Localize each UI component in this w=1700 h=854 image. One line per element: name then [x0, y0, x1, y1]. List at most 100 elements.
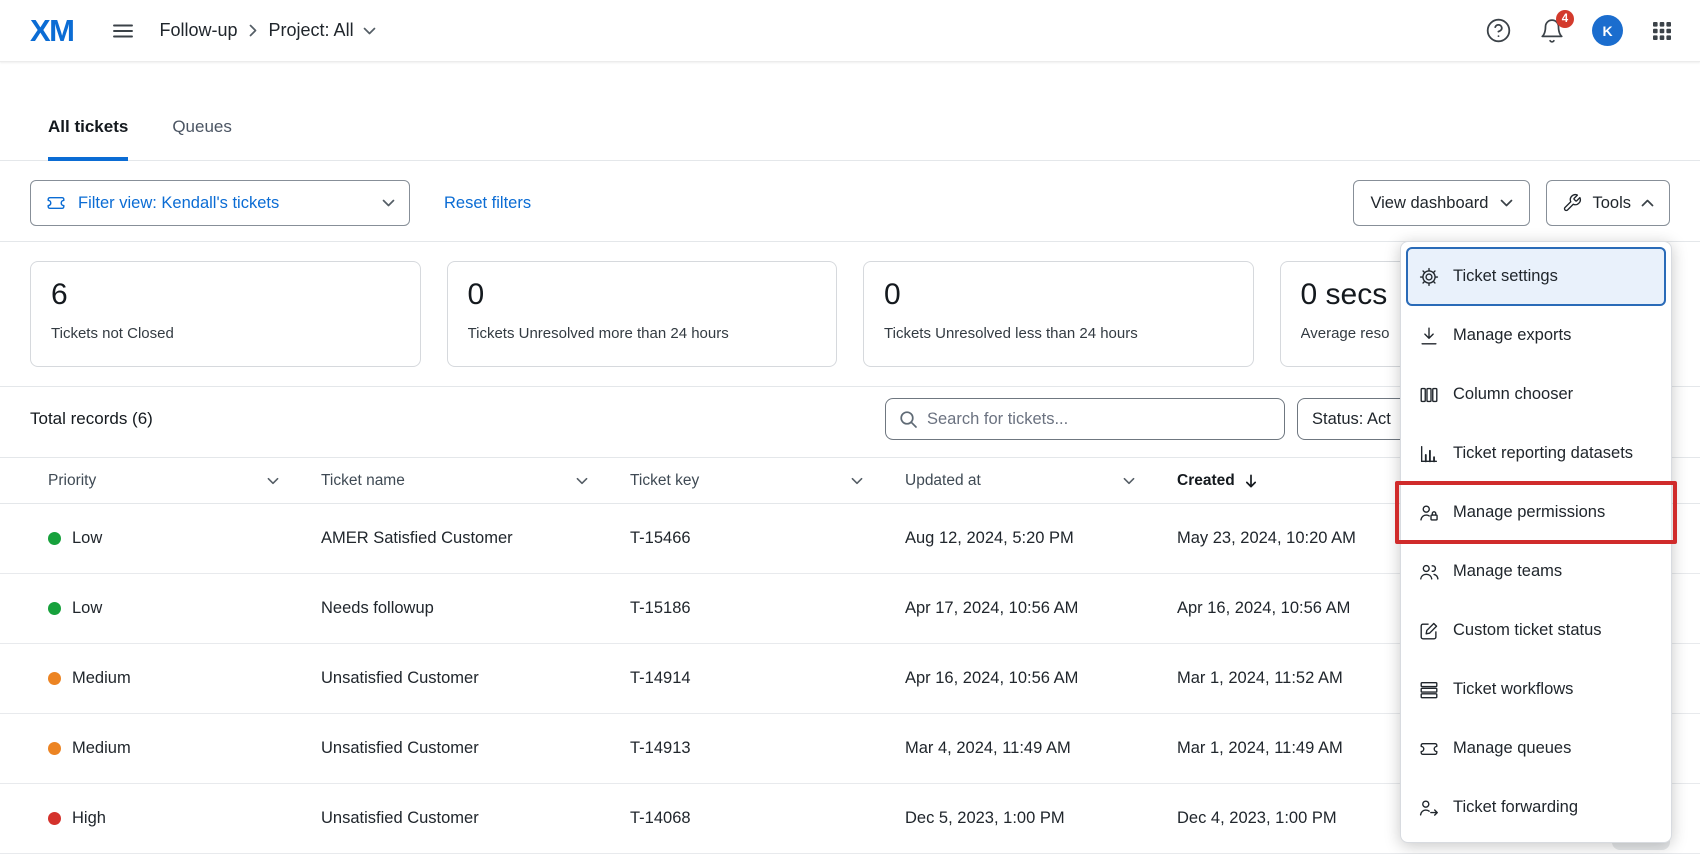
search-icon: [898, 409, 918, 429]
menu-item-custom-ticket-status[interactable]: Custom ticket status: [1406, 601, 1666, 660]
chevron-down-icon: [1123, 477, 1135, 485]
column-header-priority[interactable]: Priority: [48, 472, 321, 490]
stat-value: 0: [468, 278, 817, 312]
priority-label: Medium: [72, 739, 131, 758]
column-label: Updated at: [905, 472, 981, 490]
notification-badge: 4: [1556, 10, 1574, 28]
stat-label: Tickets Unresolved more than 24 hours: [468, 325, 817, 342]
columns-icon: [1418, 384, 1440, 406]
priority-dot: [48, 602, 61, 615]
menu-item-label: Custom ticket status: [1453, 621, 1602, 640]
view-dashboard-label: View dashboard: [1370, 194, 1488, 213]
chevron-down-icon: [851, 477, 863, 485]
xm-logo[interactable]: XM: [30, 13, 74, 49]
priority-label: High: [72, 809, 106, 828]
edit-icon: [1418, 620, 1440, 642]
chevron-down-icon: [382, 199, 395, 207]
priority-cell: Low: [48, 599, 321, 618]
priority-dot: [48, 672, 61, 685]
hamburger-icon: [110, 19, 136, 43]
topbar-actions: 4 K: [1485, 15, 1674, 46]
updated-at-cell: Dec 5, 2023, 1:00 PM: [905, 809, 1177, 828]
priority-cell: Medium: [48, 669, 321, 688]
filter-toolbar: Filter view: Kendall's tickets Reset fil…: [0, 161, 1700, 242]
help-button[interactable]: [1485, 17, 1512, 44]
breadcrumb-section[interactable]: Follow-up: [160, 20, 238, 41]
stat-card-unresolved-more-24h: 0 Tickets Unresolved more than 24 hours: [447, 261, 838, 367]
column-label: Ticket key: [630, 472, 699, 490]
chevron-down-icon: [267, 477, 279, 485]
question-circle-icon: [1485, 17, 1512, 44]
chevron-up-icon: [1641, 199, 1654, 207]
apps-grid-button[interactable]: [1650, 19, 1674, 43]
menu-item-label: Column chooser: [1453, 385, 1573, 404]
project-selector[interactable]: Project: All: [269, 20, 376, 41]
reset-filters-link[interactable]: Reset filters: [444, 194, 531, 213]
search-box[interactable]: [885, 398, 1285, 440]
avatar[interactable]: K: [1592, 15, 1623, 46]
top-bar: XM Follow-up Project: All 4 K: [0, 0, 1700, 62]
wrench-icon: [1562, 193, 1582, 213]
menu-item-manage-teams[interactable]: Manage teams: [1406, 542, 1666, 601]
stat-label: Tickets not Closed: [51, 325, 400, 342]
sort-descending-icon: [1244, 473, 1258, 489]
menu-item-ticket-forwarding[interactable]: Ticket forwarding: [1406, 778, 1666, 837]
ticket-name-cell: Needs followup: [321, 599, 630, 618]
menu-item-ticket-reporting-datasets[interactable]: Ticket reporting datasets: [1406, 424, 1666, 483]
view-dashboard-button[interactable]: View dashboard: [1353, 180, 1530, 226]
ticket-name-cell: Unsatisfied Customer: [321, 669, 630, 688]
menu-item-label: Manage teams: [1453, 562, 1562, 581]
priority-dot: [48, 532, 61, 545]
stat-card-unresolved-less-24h: 0 Tickets Unresolved less than 24 hours: [863, 261, 1254, 367]
people-icon: [1418, 561, 1440, 583]
ticket-name-cell: AMER Satisfied Customer: [321, 529, 630, 548]
menu-item-manage-permissions[interactable]: Manage permissions: [1406, 483, 1666, 542]
person-arrow-icon: [1418, 797, 1440, 819]
column-header-ticket-name[interactable]: Ticket name: [321, 472, 630, 490]
filter-view-dropdown[interactable]: Filter view: Kendall's tickets: [30, 180, 410, 226]
menu-item-label: Manage permissions: [1453, 503, 1605, 522]
notifications-button[interactable]: 4: [1539, 18, 1565, 44]
updated-at-cell: Aug 12, 2024, 5:20 PM: [905, 529, 1177, 548]
menu-item-ticket-settings[interactable]: Ticket settings: [1406, 247, 1666, 306]
menu-item-column-chooser[interactable]: Column chooser: [1406, 365, 1666, 424]
ticket-icon: [1418, 738, 1440, 760]
layers-icon: [1418, 679, 1440, 701]
tools-button[interactable]: Tools: [1546, 180, 1670, 226]
ticket-icon: [45, 192, 67, 214]
filter-view-label: Filter view: Kendall's tickets: [78, 194, 279, 213]
column-header-ticket-key[interactable]: Ticket key: [630, 472, 905, 490]
menu-item-manage-queues[interactable]: Manage queues: [1406, 719, 1666, 778]
ticket-key-cell: T-15466: [630, 529, 905, 548]
tab-queues[interactable]: Queues: [172, 117, 232, 160]
project-selector-label: Project: All: [269, 20, 354, 41]
total-records-label: Total records (6): [30, 409, 153, 429]
tab-bar: All tickets Queues: [0, 62, 1700, 161]
priority-cell: Low: [48, 529, 321, 548]
tools-label: Tools: [1592, 194, 1631, 213]
column-label: Created: [1177, 472, 1235, 490]
download-icon: [1418, 325, 1440, 347]
chevron-down-icon: [1500, 199, 1513, 207]
hamburger-menu-button[interactable]: [106, 15, 140, 47]
menu-item-label: Manage queues: [1453, 739, 1571, 758]
menu-item-ticket-workflows[interactable]: Ticket workflows: [1406, 660, 1666, 719]
column-header-updated-at[interactable]: Updated at: [905, 472, 1177, 490]
priority-dot: [48, 742, 61, 755]
status-filter-label: Status: Act: [1312, 410, 1391, 429]
priority-cell: High: [48, 809, 321, 828]
ticket-key-cell: T-15186: [630, 599, 905, 618]
ticket-name-cell: Unsatisfied Customer: [321, 809, 630, 828]
tab-all-tickets[interactable]: All tickets: [48, 117, 128, 160]
stat-value: 6: [51, 278, 400, 312]
updated-at-cell: Apr 17, 2024, 10:56 AM: [905, 599, 1177, 618]
chevron-down-icon: [576, 477, 588, 485]
search-input[interactable]: [927, 410, 1272, 429]
breadcrumb: Follow-up Project: All: [160, 20, 376, 41]
stat-label: Tickets Unresolved less than 24 hours: [884, 325, 1233, 342]
menu-item-label: Ticket forwarding: [1453, 798, 1578, 817]
priority-label: Medium: [72, 669, 131, 688]
person-lock-icon: [1418, 502, 1440, 524]
tools-menu: Ticket settings Manage exports Column ch…: [1400, 241, 1672, 843]
menu-item-manage-exports[interactable]: Manage exports: [1406, 306, 1666, 365]
